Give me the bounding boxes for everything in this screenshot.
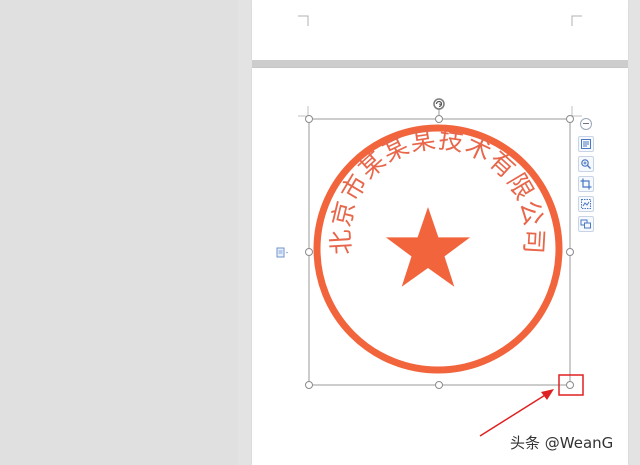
document-workspace: 北京市某某某技术有限公司 头条 @WeanG: [0, 0, 640, 465]
resize-handle-bottom-right[interactable]: [566, 381, 574, 389]
wrap-text-icon[interactable]: [578, 216, 594, 232]
rotate-icon[interactable]: [433, 98, 445, 110]
layout-anchor-icon[interactable]: [276, 247, 290, 259]
resize-handle-right[interactable]: [566, 248, 574, 256]
resize-handle-bottom-left[interactable]: [305, 381, 313, 389]
zoom-icon[interactable]: [578, 156, 594, 172]
layout-options-icon[interactable]: [578, 136, 594, 152]
resize-handle-left[interactable]: [305, 248, 313, 256]
image-float-toolbar: [576, 118, 596, 236]
crop-icon[interactable]: [578, 176, 594, 192]
company-seal-image[interactable]: 北京市某某某技术有限公司: [313, 124, 563, 374]
collapse-icon[interactable]: [580, 118, 592, 130]
color-adjust-icon[interactable]: [578, 196, 594, 212]
resize-handle-top-right[interactable]: [566, 115, 574, 123]
watermark-text: 头条 @WeanG: [510, 434, 614, 452]
star-icon: [385, 207, 471, 287]
resize-handle-top-left[interactable]: [305, 115, 313, 123]
resize-handle-top[interactable]: [435, 115, 443, 123]
page-corner-marks-top: [298, 15, 582, 26]
canvas-overlay: 北京市某某某技术有限公司: [298, 15, 584, 437]
resize-handle-bottom[interactable]: [435, 381, 443, 389]
annotation-arrow-icon: [479, 389, 554, 437]
